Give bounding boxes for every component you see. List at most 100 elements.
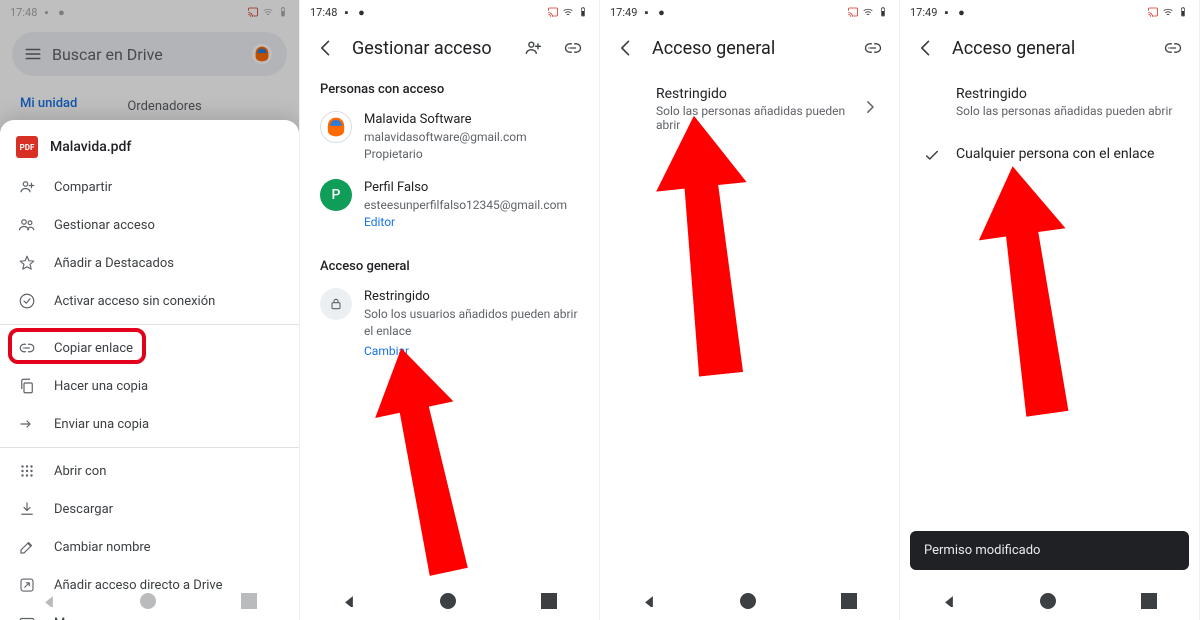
person-name: Malavida Software: [364, 111, 527, 129]
person-add-icon: [18, 178, 36, 196]
person-email: malavidasoftware@gmail.com: [364, 129, 527, 146]
person-role-link[interactable]: Editor: [364, 214, 567, 231]
copy-link-button[interactable]: [559, 34, 587, 62]
link-icon: [18, 339, 36, 357]
cast-icon: [547, 6, 559, 18]
option-restricted[interactable]: Restringido Solo las personas añadidas p…: [900, 72, 1199, 132]
nav-home-icon[interactable]: [1040, 593, 1056, 609]
general-access-desc: Solo los usuarios añadidos pueden abrir …: [364, 306, 579, 340]
annotation-arrow: [385, 345, 465, 575]
option-anyone-link[interactable]: Cualquier persona con el enlace: [900, 132, 1199, 179]
menu-rename[interactable]: Cambiar nombre: [0, 528, 299, 566]
cast-icon: [247, 6, 259, 18]
menu-icon[interactable]: [24, 45, 42, 63]
account-avatar[interactable]: [249, 41, 275, 67]
divider: [0, 447, 299, 448]
menu-star[interactable]: Añadir a Destacados: [0, 244, 299, 282]
menu-download-label: Descargar: [54, 502, 113, 517]
battery-icon: [277, 6, 289, 18]
page-title: Acceso general: [652, 38, 847, 59]
option-title: Restringido: [956, 86, 1172, 102]
nav-recent-icon[interactable]: [241, 593, 257, 609]
status-bar: 17:48 ▪ ●: [300, 0, 599, 24]
menu-star-label: Añadir a Destacados: [54, 256, 174, 271]
wifi-icon: [862, 6, 874, 18]
cast-icon: [1147, 6, 1159, 18]
drive-tabs: Mi unidad Ordenadores: [0, 84, 299, 124]
option-restricted[interactable]: Restringido Solo las personas añadidas p…: [600, 72, 899, 146]
person-row-editor[interactable]: P Perfil Falso esteesunperfilfalso12345@…: [300, 171, 599, 239]
status-dot-icon: ●: [955, 6, 967, 18]
nav-recent-icon[interactable]: [841, 593, 857, 609]
screen-3-general-access: 17:49 ▪ ● Acceso general Restringido Sol…: [600, 0, 900, 620]
add-person-button[interactable]: [519, 34, 547, 62]
pdf-file-icon: PDF: [16, 136, 38, 158]
status-dot-icon: ●: [655, 6, 667, 18]
nav-home-icon[interactable]: [140, 593, 156, 609]
general-access-row[interactable]: Restringido Solo los usuarios añadidos p…: [300, 280, 599, 369]
page-title: Gestionar acceso: [352, 38, 507, 59]
person-row-owner[interactable]: Malavida Software malavidasoftware@gmail…: [300, 103, 599, 171]
search-placeholder: Buscar en Drive: [52, 45, 163, 64]
status-bar: 17:49 ▪ ●: [900, 0, 1199, 24]
app-bar: Gestionar acceso: [300, 24, 599, 72]
wifi-icon: [262, 6, 274, 18]
menu-share[interactable]: Compartir: [0, 168, 299, 206]
copy-link-button[interactable]: [859, 34, 887, 62]
menu-manage-label: Gestionar acceso: [54, 218, 155, 233]
status-indicator-icon: ▪: [940, 6, 952, 18]
menu-open-with[interactable]: Abrir con: [0, 452, 299, 490]
status-time: 17:48: [10, 6, 37, 19]
apps-icon: [18, 462, 36, 480]
rename-icon: [18, 538, 36, 556]
menu-download[interactable]: Descargar: [0, 490, 299, 528]
back-button[interactable]: [312, 34, 340, 62]
sheet-header: PDF Malavida.pdf: [0, 126, 299, 168]
wifi-icon: [1162, 6, 1174, 18]
option-title: Restringido: [656, 86, 849, 102]
nav-home-icon[interactable]: [740, 593, 756, 609]
toast-permission-modified: Permiso modificado: [910, 531, 1189, 570]
menu-manage-access[interactable]: Gestionar acceso: [0, 206, 299, 244]
status-indicator-icon: ▪: [340, 6, 352, 18]
status-bar: 17:48 ▪ ●: [0, 0, 299, 24]
menu-rename-label: Cambiar nombre: [54, 540, 151, 555]
people-icon: [18, 216, 36, 234]
menu-offline[interactable]: Activar acceso sin conexión: [0, 282, 299, 320]
nav-back-icon[interactable]: [942, 592, 956, 611]
avatar-editor: P: [320, 179, 352, 211]
status-time: 17:48: [310, 6, 337, 19]
copy-link-button[interactable]: [1159, 34, 1187, 62]
page-title: Acceso general: [952, 38, 1147, 59]
nav-recent-icon[interactable]: [541, 593, 557, 609]
battery-icon: [577, 6, 589, 18]
nav-home-icon[interactable]: [440, 593, 456, 609]
cast-icon: [847, 6, 859, 18]
menu-make-copy[interactable]: Hacer una copia: [0, 367, 299, 405]
menu-share-label: Compartir: [54, 180, 112, 195]
nav-back-icon[interactable]: [642, 592, 656, 611]
send-icon: [18, 415, 36, 433]
nav-back-icon[interactable]: [42, 592, 56, 611]
back-button[interactable]: [612, 34, 640, 62]
status-indicator-icon: ▪: [40, 6, 52, 18]
status-dot-icon: ●: [355, 6, 367, 18]
app-bar: Acceso general: [900, 24, 1199, 72]
menu-openwith-label: Abrir con: [54, 464, 106, 479]
person-role: Propietario: [364, 146, 527, 163]
check-icon: [920, 147, 944, 165]
change-link[interactable]: Cambiar: [364, 343, 409, 360]
general-access-title: Restringido: [364, 288, 579, 306]
nav-bar: [0, 582, 299, 620]
back-button[interactable]: [912, 34, 940, 62]
file-name: Malavida.pdf: [50, 139, 131, 155]
nav-recent-icon[interactable]: [1141, 593, 1157, 609]
menu-copy-link[interactable]: Copiar enlace: [0, 329, 299, 367]
copy-icon: [18, 377, 36, 395]
nav-back-icon[interactable]: [342, 592, 356, 611]
menu-send-copy[interactable]: Enviar una copia: [0, 405, 299, 443]
nav-bar: [600, 582, 899, 620]
offline-icon: [18, 292, 36, 310]
status-time: 17:49: [610, 6, 637, 19]
search-bar[interactable]: Buscar en Drive: [12, 32, 287, 76]
